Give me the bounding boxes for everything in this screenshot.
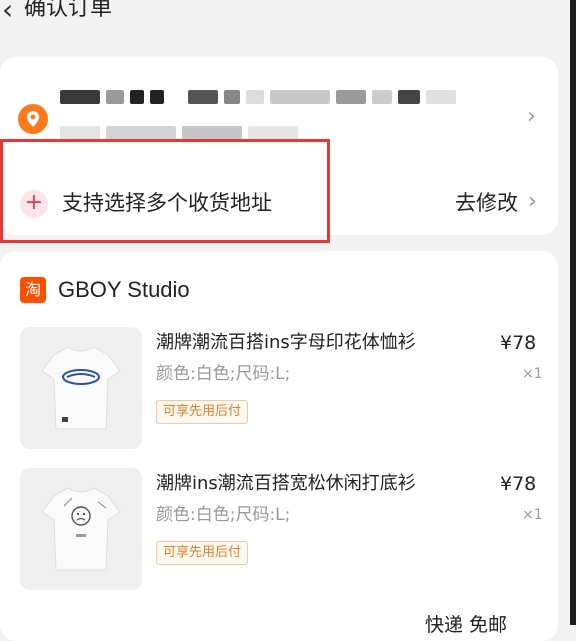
shop-name[interactable]: GBOY Studio — [58, 275, 190, 305]
product-image[interactable] — [20, 468, 142, 590]
product-quantity: ×1 — [522, 366, 543, 382]
window-edge — [570, 0, 576, 625]
plus-icon[interactable]: + — [20, 190, 48, 218]
modify-address-link[interactable]: 去修改 — [455, 189, 518, 217]
shipping-method[interactable]: 快递 免邮 — [425, 612, 507, 638]
modify-chevron-icon: › — [528, 189, 537, 214]
product-price: ¥78 — [500, 473, 537, 495]
top-bar: ‹ 确认订单 — [0, 0, 576, 30]
pay-later-badge: 可享先用后付 — [156, 541, 249, 565]
address-chevron-icon: › — [527, 104, 536, 129]
product-spec[interactable]: 颜色:白色;尺码:L; — [156, 503, 290, 527]
page-title: 确认订单 — [24, 0, 113, 21]
product-image[interactable] — [20, 327, 142, 449]
address-redacted-line-2 — [60, 126, 298, 140]
product-quantity: ×1 — [522, 507, 543, 523]
product-title[interactable]: 潮牌ins潮流百搭宽松休闲打底衫 — [156, 471, 416, 497]
pay-later-badge: 可享先用后付 — [156, 400, 249, 424]
address-redacted-line-1 — [60, 90, 456, 104]
chevron-left-icon[interactable]: ‹ — [2, 0, 13, 24]
multi-address-label[interactable]: 支持选择多个收货地址 — [62, 189, 272, 217]
location-pin-icon — [18, 104, 48, 134]
taobao-shop-icon: 淘 — [20, 277, 46, 303]
product-spec[interactable]: 颜色:白色;尺码:L; — [156, 362, 290, 386]
product-title[interactable]: 潮牌潮流百搭ins字母印花体恤衫 — [156, 330, 416, 356]
product-price: ¥78 — [500, 332, 537, 354]
